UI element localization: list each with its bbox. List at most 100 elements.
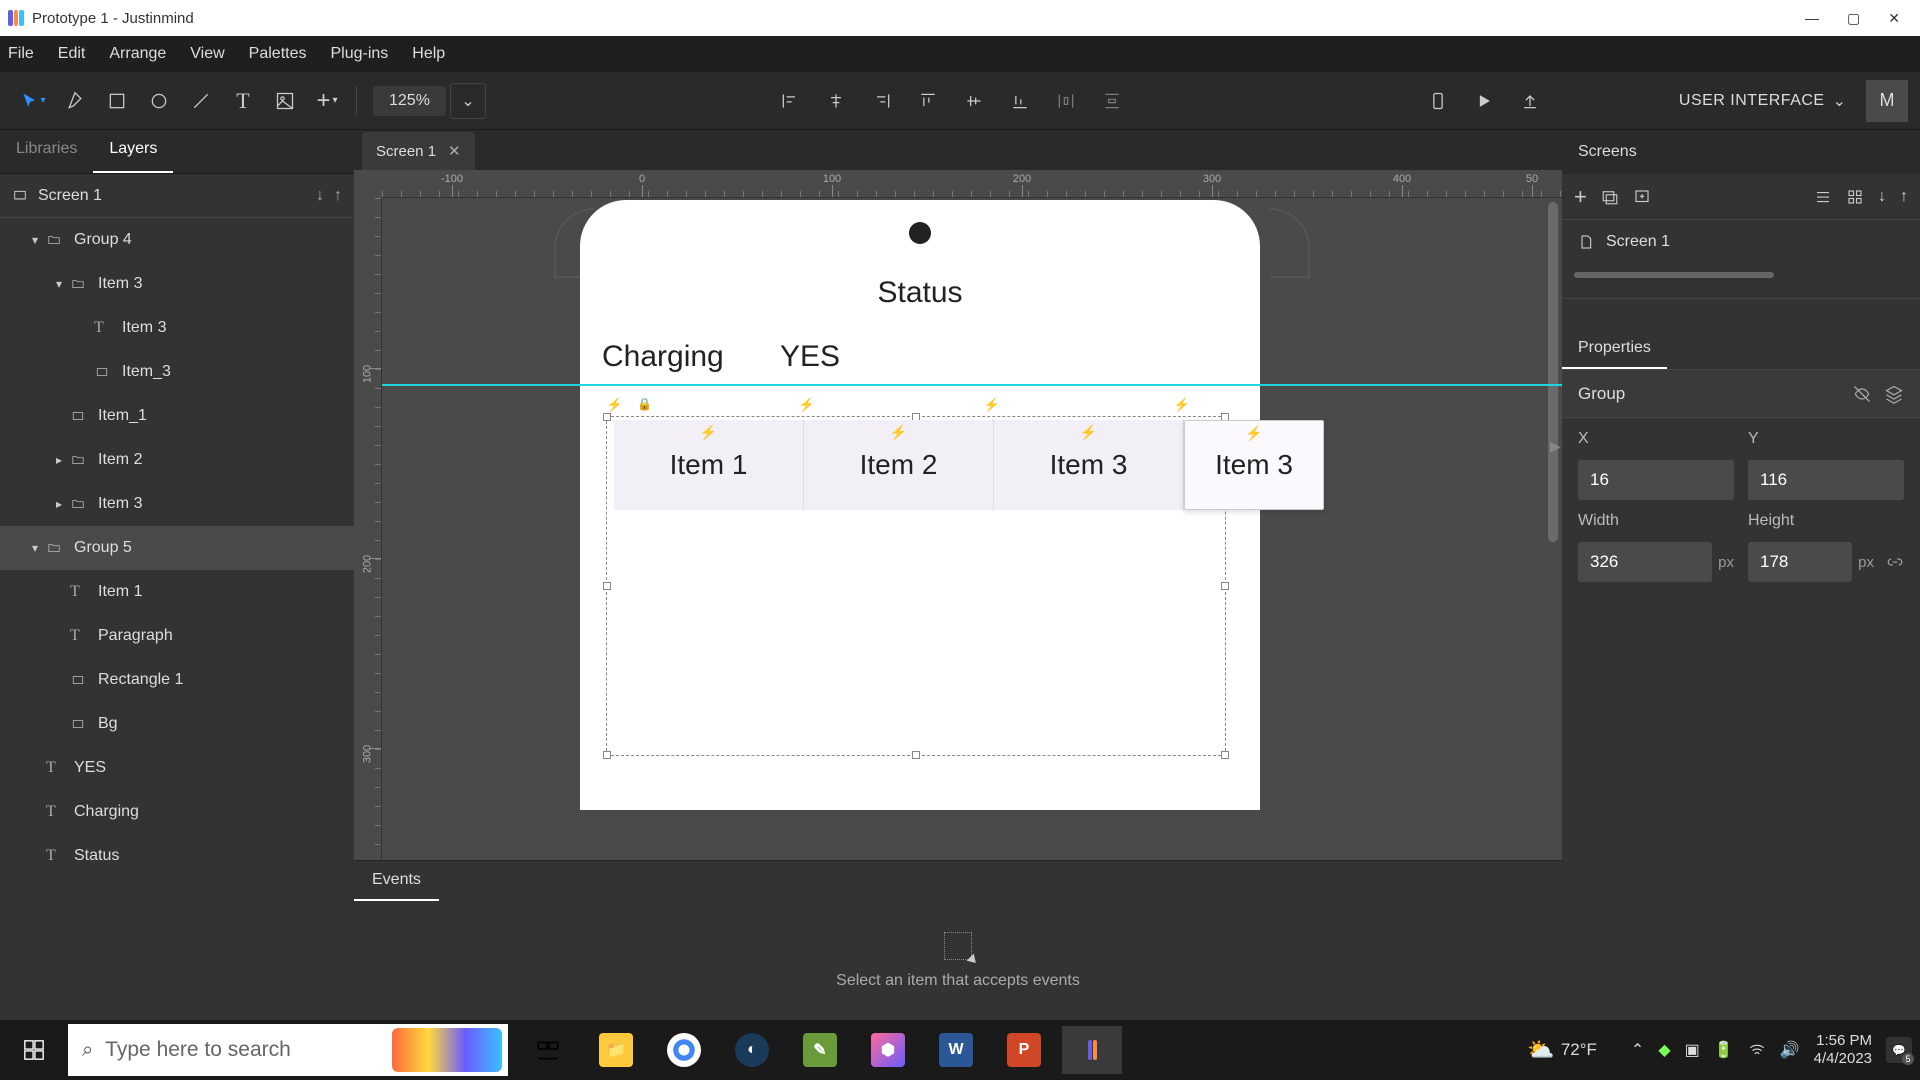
align-left-icon[interactable] (769, 80, 811, 122)
add-tool-icon[interactable]: +▾ (306, 80, 348, 122)
tab-layers[interactable]: Layers (93, 130, 173, 173)
menu-view[interactable]: View (190, 45, 224, 63)
rectangle-tool-icon[interactable] (96, 80, 138, 122)
window-close-button[interactable]: ✕ (1888, 10, 1900, 27)
menu-arrange[interactable]: Arrange (109, 45, 166, 63)
layer-item[interactable]: TCharging (0, 790, 354, 834)
list-view-icon[interactable] (1814, 188, 1832, 206)
distribute-h-icon[interactable] (1045, 80, 1087, 122)
resize-handle[interactable] (603, 413, 611, 421)
window-maximize-button[interactable]: ▢ (1847, 10, 1860, 27)
sort-down-icon[interactable]: ↓ (1878, 188, 1886, 206)
yes-label-text[interactable]: YES (780, 340, 840, 374)
pen-tool-icon[interactable] (54, 80, 96, 122)
sort-up-icon[interactable]: ↑ (1900, 188, 1908, 206)
zoom-dropdown-icon[interactable]: ⌄ (450, 83, 486, 119)
move-up-icon[interactable]: ↑ (334, 187, 342, 205)
start-button[interactable] (0, 1020, 68, 1080)
tray-chevron-icon[interactable]: ⌃ (1631, 1040, 1644, 1060)
tray-app-icon[interactable]: ◆ (1658, 1040, 1670, 1060)
duplicate-screen-icon[interactable] (1601, 188, 1619, 206)
list-item[interactable]: ⚡Item 1 (614, 420, 804, 510)
resize-handle[interactable] (1221, 582, 1229, 590)
tab-libraries[interactable]: Libraries (0, 130, 93, 173)
volume-icon[interactable]: 🔊 (1780, 1040, 1800, 1060)
line-tool-icon[interactable] (180, 80, 222, 122)
text-tool-icon[interactable]: T (222, 80, 264, 122)
layer-item[interactable]: ▸Item 3 (0, 482, 354, 526)
chevron-icon[interactable]: ▾ (32, 541, 46, 555)
tab-screens[interactable]: Screens (1578, 143, 1637, 161)
layer-item[interactable]: TItem 3 (0, 306, 354, 350)
upload-icon[interactable] (1509, 80, 1551, 122)
word-icon[interactable]: W (926, 1026, 986, 1074)
weather-widget[interactable]: ⛅ 72°F (1527, 1037, 1597, 1063)
tray-meet-icon[interactable]: ▣ (1685, 1040, 1700, 1060)
device-preview-icon[interactable] (1417, 80, 1459, 122)
layer-item[interactable]: TItem 1 (0, 570, 354, 614)
tab-events[interactable]: Events (354, 861, 439, 901)
collapse-right-icon[interactable]: ▶ (1550, 438, 1561, 455)
status-title-text[interactable]: Status (877, 276, 962, 310)
horizontal-ruler[interactable]: -100010020030040050 (382, 170, 1562, 198)
move-down-icon[interactable]: ↓ (316, 187, 324, 205)
layer-item[interactable]: Rectangle 1 (0, 658, 354, 702)
prop-y-input[interactable]: 116 (1748, 460, 1904, 500)
new-folder-icon[interactable] (1633, 188, 1651, 206)
grid-view-icon[interactable] (1846, 188, 1864, 206)
close-tab-icon[interactable]: ✕ (448, 142, 461, 160)
horizontal-guide[interactable] (382, 384, 1562, 386)
resize-handle[interactable] (603, 582, 611, 590)
layer-item[interactable]: ▾Group 4 (0, 218, 354, 262)
resize-handle[interactable] (912, 751, 920, 759)
align-top-icon[interactable] (907, 80, 949, 122)
ui-mode-chevron-icon[interactable]: ⌄ (1833, 91, 1846, 111)
distribute-v-icon[interactable] (1091, 80, 1133, 122)
screen-list-item[interactable]: Screen 1 (1562, 220, 1920, 264)
powerpoint-icon[interactable]: P (994, 1026, 1054, 1074)
notifications-icon[interactable]: 💬 (1886, 1037, 1912, 1063)
chevron-icon[interactable]: ▾ (56, 277, 70, 291)
list-item[interactable]: ⚡Item 2 (804, 420, 994, 510)
align-center-h-icon[interactable] (815, 80, 857, 122)
ellipse-tool-icon[interactable] (138, 80, 180, 122)
ui-mode-label[interactable]: USER INTERFACE (1679, 92, 1825, 110)
battery-icon[interactable]: 🔋 (1714, 1040, 1734, 1060)
list-item[interactable]: ⚡Item 3 (994, 420, 1184, 510)
system-clock[interactable]: 1:56 PM 4/4/2023 (1814, 1032, 1872, 1068)
visibility-toggle-icon[interactable] (1852, 384, 1872, 404)
layers-screen-header[interactable]: Screen 1 ↓ ↑ (0, 174, 354, 218)
canvas-tab[interactable]: Screen 1 ✕ (362, 132, 475, 170)
play-icon[interactable] (1463, 80, 1505, 122)
layer-item[interactable]: TYES (0, 746, 354, 790)
layer-item[interactable]: TStatus (0, 834, 354, 878)
app-icon-1[interactable]: ◐ (722, 1026, 782, 1074)
file-explorer-icon[interactable]: 📁 (586, 1026, 646, 1074)
add-screen-icon[interactable]: + (1574, 184, 1587, 210)
layer-item[interactable]: ▸Item 2 (0, 438, 354, 482)
resize-handle[interactable] (603, 751, 611, 759)
app-icon-3[interactable]: ⬢ (858, 1026, 918, 1074)
user-avatar[interactable]: M (1866, 80, 1908, 122)
menu-plugins[interactable]: Plug-ins (330, 45, 388, 63)
layer-item[interactable]: Item_3 (0, 350, 354, 394)
wifi-icon[interactable] (1748, 1041, 1766, 1059)
menu-palettes[interactable]: Palettes (249, 45, 307, 63)
layer-item[interactable]: TParagraph (0, 614, 354, 658)
prop-width-input[interactable]: 326 (1578, 542, 1712, 582)
select-tool-icon[interactable]: ▾ (12, 80, 54, 122)
image-tool-icon[interactable] (264, 80, 306, 122)
task-view-icon[interactable] (518, 1026, 578, 1074)
list-item-dragged[interactable]: ⚡Item 3 (1184, 420, 1324, 510)
app-icon-2[interactable]: ✎ (790, 1026, 850, 1074)
taskbar-search[interactable]: ⌕ Type here to search (68, 1024, 508, 1076)
align-bottom-icon[interactable] (999, 80, 1041, 122)
prop-x-input[interactable]: 16 (1578, 460, 1734, 500)
prop-height-input[interactable]: 178 (1748, 542, 1852, 582)
menu-file[interactable]: File (8, 45, 34, 63)
layer-item[interactable]: Bg (0, 702, 354, 746)
resize-handle[interactable] (1221, 751, 1229, 759)
align-middle-v-icon[interactable] (953, 80, 995, 122)
window-minimize-button[interactable]: — (1805, 10, 1819, 27)
link-dimensions-icon[interactable] (1886, 553, 1904, 571)
